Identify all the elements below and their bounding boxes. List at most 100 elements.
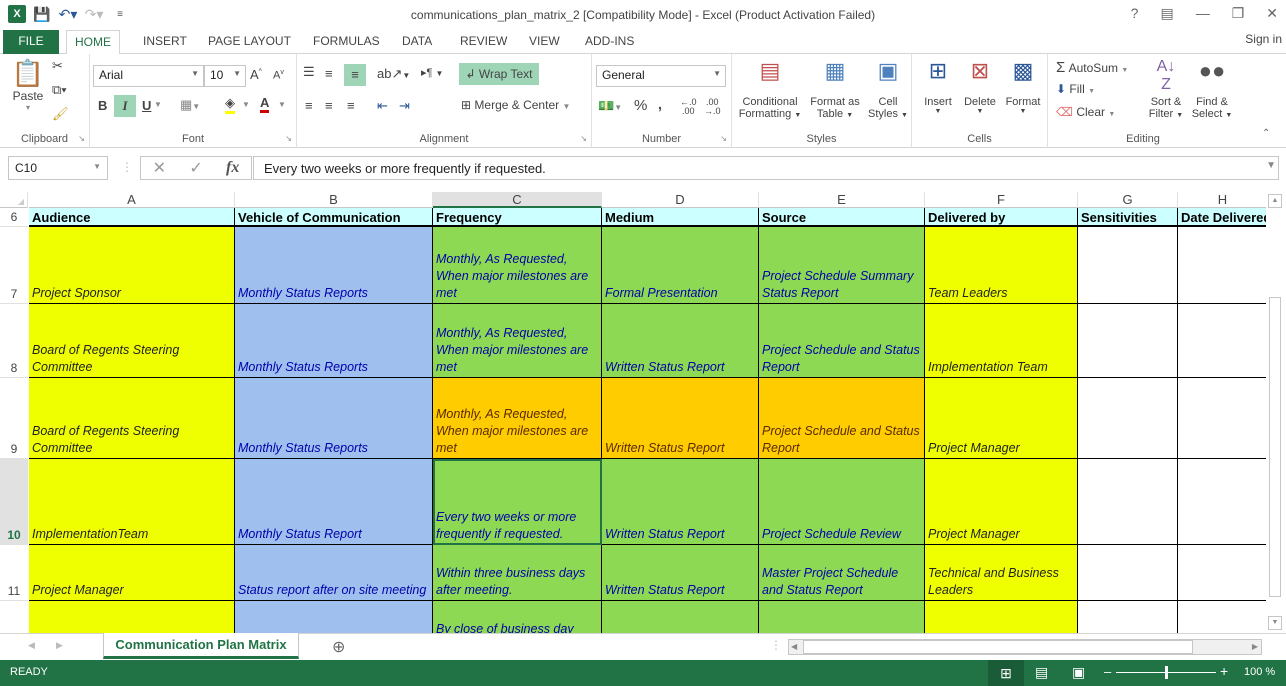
align-left-icon[interactable]: ≡ bbox=[305, 98, 313, 113]
header-cell[interactable]: Audience bbox=[29, 208, 235, 227]
accounting-format-icon[interactable]: 💵▼ bbox=[598, 98, 622, 114]
increase-decimal-icon[interactable]: ←.0.00 bbox=[680, 98, 697, 116]
collapse-ribbon-icon[interactable]: ⌃ bbox=[1262, 128, 1270, 139]
decrease-decimal-icon[interactable]: .00 →.0 bbox=[704, 98, 721, 116]
cell[interactable]: Formal Presentation bbox=[602, 227, 759, 304]
align-right-icon[interactable]: ≡ bbox=[347, 98, 355, 113]
tab-file[interactable]: FILE bbox=[3, 30, 59, 54]
scroll-right-icon[interactable]: ▶ bbox=[1252, 640, 1258, 654]
orientation-icon[interactable]: ab↗▼ bbox=[377, 66, 410, 82]
tab-view[interactable]: VIEW bbox=[521, 30, 568, 54]
column-header-f[interactable]: F bbox=[925, 192, 1078, 208]
cell[interactable] bbox=[1178, 601, 1266, 633]
bottom-align-icon[interactable]: ≡ bbox=[344, 64, 366, 86]
cell[interactable]: Project Schedule Summary Status Report bbox=[759, 227, 925, 304]
shrink-font-icon[interactable]: Av bbox=[273, 69, 284, 82]
tab-add-ins[interactable]: ADD-INS bbox=[577, 30, 642, 54]
column-header-c[interactable]: C bbox=[433, 192, 602, 208]
cell[interactable]: Project Sponsor bbox=[29, 227, 235, 304]
cell-styles-button[interactable]: ▣ Cell Styles ▼ bbox=[866, 58, 910, 120]
cell[interactable] bbox=[1078, 601, 1178, 633]
column-header-d[interactable]: D bbox=[602, 192, 759, 208]
cell[interactable] bbox=[1178, 227, 1266, 304]
column-header-e[interactable]: E bbox=[759, 192, 925, 208]
clear-button[interactable]: ⌫ Clear ▼ bbox=[1056, 105, 1115, 119]
cell[interactable]: Board of Regents Steering Committee bbox=[29, 378, 235, 459]
prev-sheet-icon[interactable]: ◀ bbox=[28, 640, 35, 651]
header-cell[interactable]: Sensitivities bbox=[1078, 208, 1178, 227]
cell[interactable]: Written Status Report bbox=[602, 545, 759, 601]
cell[interactable]: Monthly Status Reports bbox=[235, 227, 433, 304]
format-cells-button[interactable]: ▩ Format ▼ bbox=[1002, 58, 1044, 115]
cell[interactable]: Implementation Team bbox=[925, 304, 1078, 378]
formula-input[interactable]: Every two weeks or more frequently if re… bbox=[253, 156, 1279, 180]
grow-font-icon[interactable]: A^ bbox=[250, 67, 262, 82]
scroll-down-icon[interactable]: ▼ bbox=[1268, 616, 1282, 630]
cell[interactable] bbox=[1078, 227, 1178, 304]
autosum-button[interactable]: Σ AutoSum ▼ bbox=[1056, 59, 1128, 76]
cell[interactable]: Monthly Status Reports bbox=[235, 304, 433, 378]
format-painter-icon[interactable]: 🖌 bbox=[52, 106, 69, 122]
italic-button[interactable]: I bbox=[114, 95, 136, 117]
header-cell[interactable]: Vehicle of Communication bbox=[235, 208, 433, 227]
wrap-text-button[interactable]: ↲ Wrap Text bbox=[459, 63, 539, 85]
tab-split-handle-icon[interactable]: ⋮ bbox=[770, 638, 782, 652]
horizontal-scroll-thumb[interactable] bbox=[803, 640, 1193, 654]
vertical-scrollbar[interactable]: ▲ ▼ bbox=[1266, 192, 1284, 633]
page-layout-view-icon[interactable]: ▤ bbox=[1035, 664, 1048, 681]
header-cell[interactable]: Medium bbox=[602, 208, 759, 227]
row-header[interactable]: 8 bbox=[0, 304, 28, 378]
comma-style-button[interactable]: , bbox=[658, 96, 662, 112]
column-header-a[interactable]: A bbox=[29, 192, 235, 208]
scroll-left-icon[interactable]: ◀ bbox=[791, 640, 797, 654]
cell[interactable] bbox=[1078, 459, 1178, 545]
enter-icon[interactable]: ✓ bbox=[189, 158, 202, 178]
cell[interactable]: Within three business days after meeting… bbox=[433, 545, 602, 601]
cell[interactable]: Project Schedule and Status Report bbox=[759, 378, 925, 459]
cell[interactable]: Project Manager bbox=[925, 378, 1078, 459]
tab-review[interactable]: REVIEW bbox=[452, 30, 515, 54]
cell[interactable] bbox=[602, 601, 759, 633]
zoom-in-icon[interactable]: + bbox=[1220, 663, 1228, 679]
delete-cells-button[interactable]: ⊠ Delete ▼ bbox=[960, 58, 1000, 115]
chevron-down-icon[interactable]: ▼ bbox=[278, 100, 286, 109]
row-header[interactable]: 12 bbox=[0, 601, 28, 633]
cell[interactable] bbox=[29, 601, 235, 633]
sign-in-link[interactable]: Sign in bbox=[1245, 30, 1282, 48]
font-color-icon[interactable]: A bbox=[260, 95, 270, 113]
cell[interactable]: Monthly Status Reports bbox=[235, 378, 433, 459]
cell[interactable]: Technical and Business Leaders bbox=[925, 545, 1078, 601]
help-icon[interactable]: ? bbox=[1131, 5, 1139, 22]
ribbon-display-icon[interactable]: ▤ bbox=[1160, 5, 1173, 22]
tab-formulas[interactable]: FORMULAS bbox=[305, 30, 388, 54]
horizontal-scrollbar[interactable]: ◀ ▶ bbox=[788, 639, 1262, 655]
conditional-formatting-button[interactable]: ▤ Conditional Formatting ▼ bbox=[738, 58, 802, 120]
zoom-slider-thumb[interactable] bbox=[1165, 666, 1168, 679]
cell[interactable]: Project Schedule Review bbox=[759, 459, 925, 545]
cell[interactable] bbox=[925, 601, 1078, 633]
scroll-up-icon[interactable]: ▲ bbox=[1268, 194, 1282, 208]
align-center-icon[interactable]: ≡ bbox=[325, 98, 333, 113]
cell[interactable] bbox=[1078, 304, 1178, 378]
cell[interactable]: Monthly, As Requested, When major milest… bbox=[433, 227, 602, 304]
cell[interactable]: Written Status Report bbox=[602, 378, 759, 459]
row-header[interactable]: 6 bbox=[0, 208, 28, 227]
name-box[interactable]: C10 ▼ bbox=[8, 156, 108, 180]
cell[interactable] bbox=[1178, 459, 1266, 545]
font-launcher-icon[interactable]: ↘ bbox=[285, 134, 292, 143]
merge-center-button[interactable]: ⊞ Merge & Center ▼ bbox=[461, 98, 581, 112]
chevron-down-icon[interactable]: ▼ bbox=[154, 100, 162, 109]
middle-align-icon[interactable]: ≡ bbox=[325, 66, 333, 81]
cell[interactable]: Board of Regents Steering Committee bbox=[29, 304, 235, 378]
number-format-combo[interactable]: General ▼ bbox=[596, 65, 726, 87]
select-all-button[interactable]: ◢ bbox=[0, 192, 28, 208]
zoom-level[interactable]: 100 % bbox=[1244, 666, 1275, 678]
tab-data[interactable]: DATA bbox=[394, 30, 440, 54]
underline-button[interactable]: U bbox=[142, 98, 151, 113]
font-size-combo[interactable]: 10 ▼ bbox=[204, 65, 246, 87]
cell[interactable]: Monthly, As Requested, When major milest… bbox=[433, 378, 602, 459]
cell[interactable] bbox=[1178, 378, 1266, 459]
header-cell[interactable]: Date Delivered bbox=[1178, 208, 1266, 227]
row-header[interactable]: 10 bbox=[0, 459, 28, 545]
cancel-icon[interactable]: ✕ bbox=[153, 158, 166, 178]
